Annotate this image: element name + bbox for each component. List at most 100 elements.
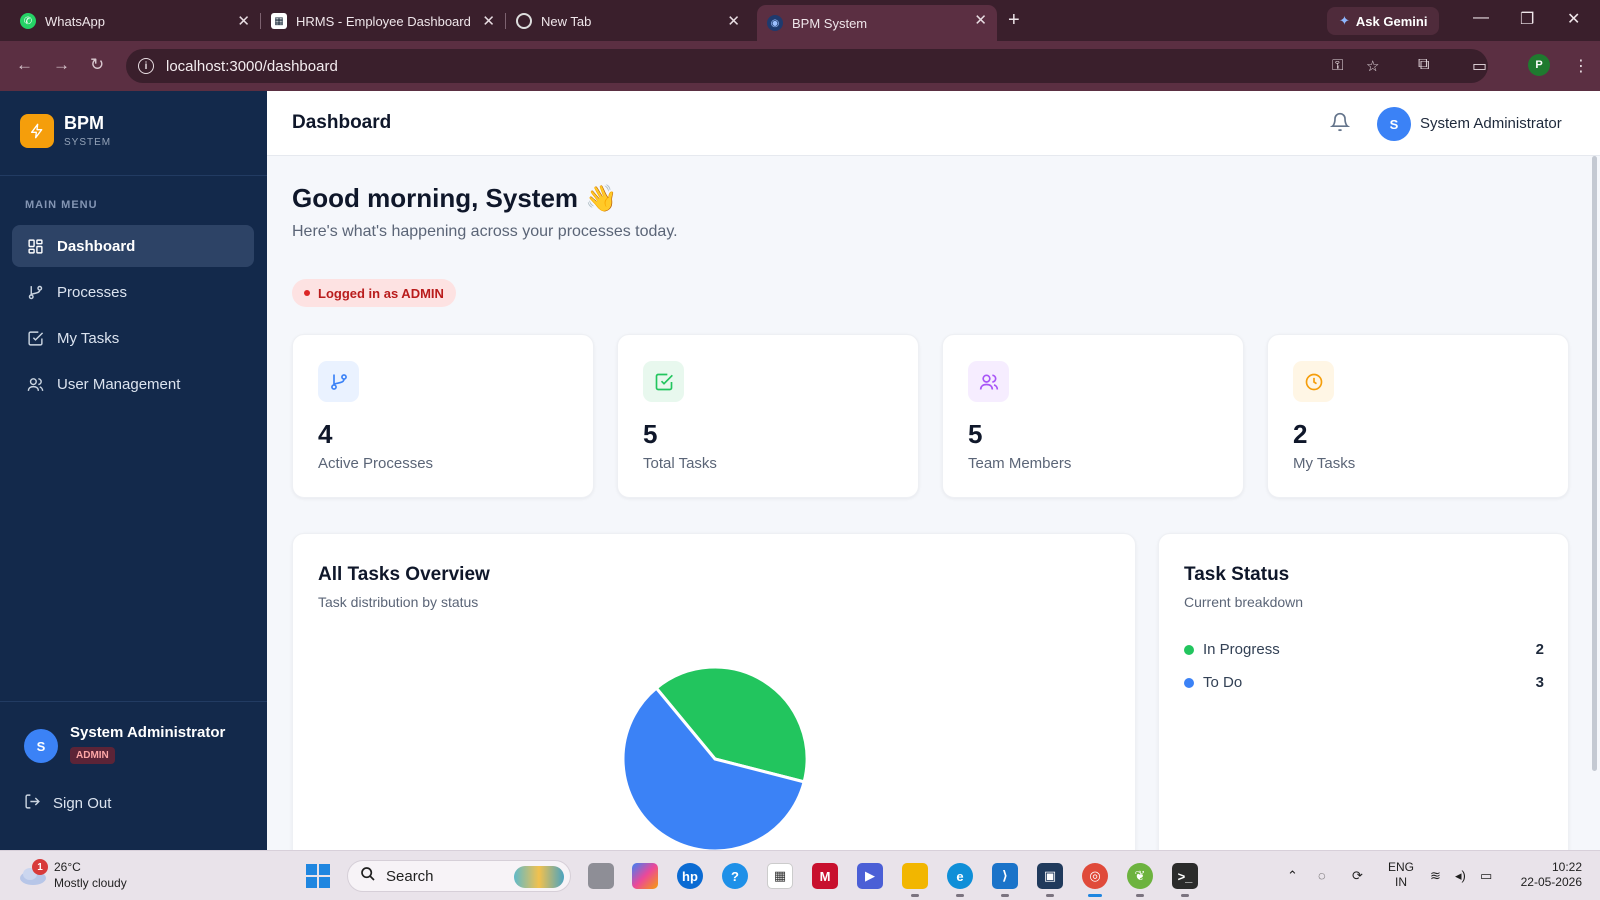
tab-whatsapp[interactable]: ✆ WhatsApp ✕ xyxy=(10,6,260,36)
waving-hand-icon: 👋 xyxy=(585,183,618,213)
greeting-subtitle: Here's what's happening across your proc… xyxy=(292,223,678,240)
terminal-icon[interactable]: >_ xyxy=(1172,863,1198,897)
search-icon xyxy=(360,866,376,886)
site-info-icon[interactable]: i xyxy=(138,58,154,74)
close-icon[interactable]: ✕ xyxy=(237,12,250,30)
bpm-favicon-icon: ◉ xyxy=(767,15,783,31)
address-bar[interactable]: i ⚿ ☆ xyxy=(126,49,1488,83)
log-out-icon xyxy=(24,793,41,814)
windows-start-icon[interactable] xyxy=(306,864,330,893)
spring-tool-icon[interactable]: ❦ xyxy=(1127,863,1153,897)
search-placeholder: Search xyxy=(386,867,434,885)
sidebar-item-processes[interactable]: Processes xyxy=(12,271,254,313)
vscode-icon[interactable]: ⟩ xyxy=(992,863,1018,897)
stat-card-active-processes[interactable]: 4 Active Processes xyxy=(292,334,594,498)
brand[interactable]: BPM SYSTEM xyxy=(20,113,111,148)
stat-label: Total Tasks xyxy=(643,455,717,472)
reload-icon[interactable]: ↻ xyxy=(90,55,104,75)
window-close-icon[interactable]: ✕ xyxy=(1567,9,1580,29)
brand-name: BPM xyxy=(64,113,104,133)
weather-widget[interactable]: 1 26°C Mostly cloudy xyxy=(18,859,127,891)
ask-gemini-label: Ask Gemini xyxy=(1355,13,1428,29)
bell-icon[interactable] xyxy=(1329,112,1351,137)
status-dot xyxy=(1184,644,1194,655)
file-explorer-icon[interactable] xyxy=(902,863,928,897)
store-icon[interactable]: ▦ xyxy=(767,863,793,889)
sidebar: BPM SYSTEM MAIN MENU Dashboard Processes… xyxy=(0,91,267,850)
grid-icon xyxy=(26,237,44,255)
language-indicator[interactable]: ENG IN xyxy=(1388,860,1414,890)
sync-icon[interactable]: ⟳ xyxy=(1352,868,1363,884)
stat-value: 4 xyxy=(318,419,333,449)
edge-icon[interactable]: e xyxy=(947,863,973,897)
clock-time: 10:22 xyxy=(1551,860,1582,874)
status-row-to-do: To Do 3 xyxy=(1184,674,1544,691)
login-status-text: Logged in as ADMIN xyxy=(318,285,444,301)
header-user-name[interactable]: System Administrator xyxy=(1420,115,1562,132)
hp-icon[interactable]: hp xyxy=(677,863,703,889)
wifi-icon[interactable]: ≋ xyxy=(1430,868,1441,884)
system-clock[interactable]: 10:22 22-05-2026 xyxy=(1516,860,1582,890)
stat-value: 5 xyxy=(968,419,983,449)
status-label: In Progress xyxy=(1203,641,1280,658)
tab-search-icon[interactable]: ▭ xyxy=(1472,56,1487,76)
tab-bpm-system[interactable]: ◉ BPM System ✕ xyxy=(757,5,997,41)
help-icon[interactable]: ? xyxy=(722,863,748,889)
sign-out-label: Sign Out xyxy=(53,795,112,812)
stat-card-my-tasks[interactable]: 2 My Tasks xyxy=(1267,334,1569,498)
kebab-menu-icon[interactable]: ⋮ xyxy=(1573,56,1589,76)
mcafee-icon[interactable]: M xyxy=(812,863,838,889)
avatar[interactable]: S xyxy=(1377,107,1411,141)
tab-new-tab[interactable]: New Tab ✕ xyxy=(506,6,750,36)
extensions-icon[interactable]: ⧉ xyxy=(1418,56,1429,74)
tab-title: HRMS - Employee Dashboard xyxy=(296,13,471,29)
taskbar-search[interactable]: Search xyxy=(347,860,571,892)
scrollbar[interactable] xyxy=(1592,156,1597,771)
sign-out-button[interactable]: Sign Out xyxy=(24,793,111,814)
sidebar-item-user-management[interactable]: User Management xyxy=(12,363,254,405)
chrome-icon[interactable]: ◎ xyxy=(1082,863,1108,897)
git-branch-icon xyxy=(318,361,359,402)
greeting-heading: Good morning, System 👋 xyxy=(292,183,618,214)
volume-icon[interactable]: ◂) xyxy=(1455,868,1466,884)
meet-now-icon[interactable]: ◌ xyxy=(1318,868,1326,883)
role-badge: ADMIN xyxy=(70,747,115,764)
restore-icon[interactable]: ❐ xyxy=(1520,9,1534,29)
profile-avatar[interactable]: P xyxy=(1528,54,1550,76)
task-view-icon[interactable] xyxy=(588,863,614,889)
gemini-sparkle-icon: ✦ xyxy=(1339,13,1350,28)
chevron-up-icon[interactable]: ⌃ xyxy=(1287,868,1298,884)
back-arrow-icon[interactable]: ← xyxy=(16,55,33,75)
ask-gemini-button[interactable]: ✦ Ask Gemini xyxy=(1327,7,1440,35)
battery-icon[interactable]: ▭ xyxy=(1480,868,1492,884)
lightning-logo-icon xyxy=(20,113,54,148)
pie-chart xyxy=(621,665,809,853)
avatar: S xyxy=(24,729,58,763)
whatsapp-icon: ✆ xyxy=(20,13,36,29)
close-icon[interactable]: ✕ xyxy=(727,12,740,30)
url-input[interactable] xyxy=(166,57,1066,75)
stat-card-total-tasks[interactable]: 5 Total Tasks xyxy=(617,334,919,498)
media-app-icon[interactable]: ▶ xyxy=(857,863,883,889)
minimize-icon[interactable]: — xyxy=(1473,9,1489,27)
sidebar-item-my-tasks[interactable]: My Tasks xyxy=(12,317,254,359)
git-branch-icon xyxy=(26,283,44,301)
close-icon[interactable]: ✕ xyxy=(974,11,987,29)
screenshot-tool-icon[interactable]: ▣ xyxy=(1037,863,1063,897)
star-icon[interactable]: ☆ xyxy=(1366,57,1379,75)
stat-value: 5 xyxy=(643,419,658,449)
sidebar-item-label: User Management xyxy=(57,375,181,393)
stat-card-team-members[interactable]: 5 Team Members xyxy=(942,334,1244,498)
key-icon[interactable]: ⚿ xyxy=(1332,57,1343,74)
status-count: 3 xyxy=(1535,674,1544,691)
close-icon[interactable]: ✕ xyxy=(482,12,495,30)
copilot-icon[interactable] xyxy=(632,863,658,889)
forward-arrow-icon[interactable]: → xyxy=(53,55,70,75)
sidebar-item-dashboard[interactable]: Dashboard xyxy=(12,225,254,267)
sidebar-user-card[interactable]: S System Administrator ADMIN xyxy=(24,724,225,764)
panel-title: Task Status xyxy=(1184,564,1290,585)
new-tab-button[interactable]: + xyxy=(1008,9,1020,32)
status-dot xyxy=(304,290,310,296)
tab-hrms[interactable]: ▦ HRMS - Employee Dashboard ✕ xyxy=(261,6,505,36)
stat-value: 2 xyxy=(1293,419,1308,449)
